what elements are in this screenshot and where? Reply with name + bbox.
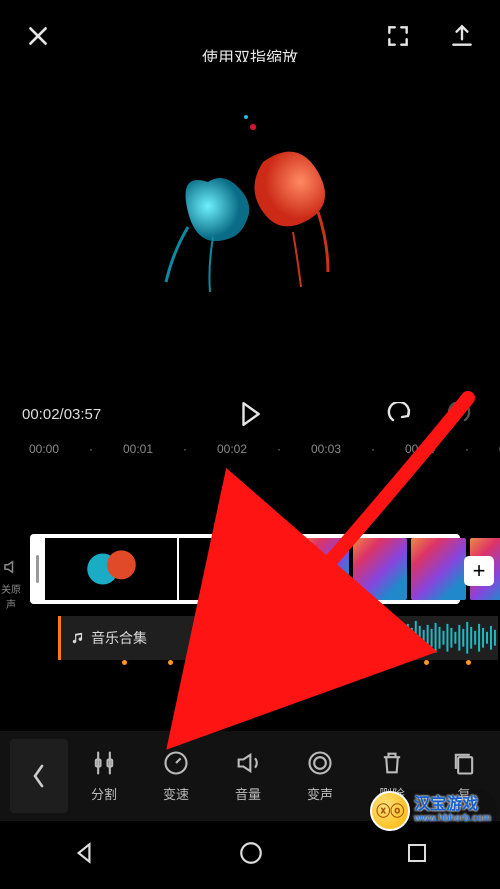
beat-marker (424, 660, 429, 665)
clip-thumbnail (353, 538, 408, 600)
ruler-tick-dot: · (70, 442, 112, 456)
audio-track[interactable]: 音乐合集 (58, 616, 498, 660)
nav-recents-button[interactable] (405, 841, 429, 870)
clip-handle-left[interactable] (30, 534, 44, 604)
undo-icon (387, 402, 413, 426)
audio-track-title: 音乐合集 (91, 628, 147, 648)
beat-marker (168, 660, 173, 665)
export-button[interactable] (442, 16, 482, 56)
beat-marker (122, 660, 127, 665)
mute-original-button[interactable]: 关原声 (0, 558, 22, 611)
voicechange-icon (306, 749, 334, 777)
ruler-tick-dot: · (258, 442, 300, 456)
watermark-title: 汉宝游戏 (414, 797, 491, 814)
tool-label: 变声 (307, 784, 333, 803)
ruler-tick-dot: · (164, 442, 206, 456)
beat-marker (260, 660, 265, 665)
circle-home-icon (238, 840, 264, 866)
tool-voicechange[interactable]: 变声 (291, 749, 349, 803)
ruler-tick-label: 00:01 (112, 442, 164, 456)
beat-marker (300, 660, 305, 665)
beat-marker (342, 660, 347, 665)
speed-icon (162, 749, 190, 777)
play-icon (239, 401, 261, 427)
add-clip-button[interactable]: + (464, 556, 494, 586)
audio-beat-markers (58, 660, 498, 668)
copy-icon (450, 749, 478, 777)
playback-bar: 00:02/03:57 (0, 392, 500, 436)
fullscreen-icon (385, 23, 411, 49)
watermark-url: www.hbherb.com (414, 814, 491, 825)
export-icon (449, 23, 475, 49)
close-icon (25, 23, 51, 49)
playhead[interactable] (248, 524, 251, 714)
beat-marker (382, 660, 387, 665)
tool-volume[interactable]: 音量 (219, 749, 277, 803)
site-watermark: ⓧⓞ 汉宝游戏 www.hbherb.com (368, 789, 497, 833)
preview-canvas (158, 62, 342, 372)
ruler-tick-label: 00:04 (394, 442, 446, 456)
ruler-tick-dot: · (446, 442, 488, 456)
nav-back-button[interactable] (71, 840, 97, 871)
close-button[interactable] (18, 16, 58, 56)
triangle-back-icon (71, 840, 97, 866)
ruler-tick-label: 00:00 (18, 442, 70, 456)
tool-split[interactable]: 分割 (75, 749, 133, 803)
tool-label: 分割 (91, 784, 117, 803)
mute-original-label: 关原声 (0, 581, 22, 611)
preview-area[interactable] (0, 62, 500, 392)
beat-marker (466, 660, 471, 665)
nav-home-button[interactable] (238, 840, 264, 871)
ruler-tick-label: 00:03 (300, 442, 352, 456)
redo-button[interactable] (438, 394, 478, 434)
watermark-logo: ⓧⓞ (370, 791, 410, 831)
ruler-tick-dot: · (352, 442, 394, 456)
delete-icon (378, 749, 406, 777)
time-ruler[interactable]: 00:00·00:01·00:02·00:03·00:04·00:05 (0, 442, 500, 468)
volume-icon (234, 749, 262, 777)
audio-waveform (201, 616, 498, 660)
redo-icon (445, 402, 471, 426)
speaker-off-icon (1, 558, 21, 576)
play-button[interactable] (230, 394, 270, 434)
tool-speed[interactable]: 变速 (147, 749, 205, 803)
clip-thumbnail (294, 538, 349, 600)
ruler-tick-label: 00:05 (488, 442, 500, 456)
toolbar-back-button[interactable] (10, 739, 68, 813)
tool-label: 音量 (235, 784, 261, 803)
split-icon (90, 749, 118, 777)
timeline-area[interactable]: 关原声 2.3s + 音乐合集 (0, 516, 500, 766)
undo-button[interactable] (380, 394, 420, 434)
plus-icon: + (473, 558, 486, 584)
clip-thumbnail (411, 538, 466, 600)
time-display: 00:02/03:57 (22, 406, 101, 423)
fullscreen-button[interactable] (378, 16, 418, 56)
tool-label: 变速 (163, 784, 189, 803)
ruler-tick-label: 00:02 (206, 442, 258, 456)
chevron-left-icon (30, 762, 48, 790)
square-recents-icon (405, 841, 429, 865)
music-note-icon (71, 631, 85, 645)
